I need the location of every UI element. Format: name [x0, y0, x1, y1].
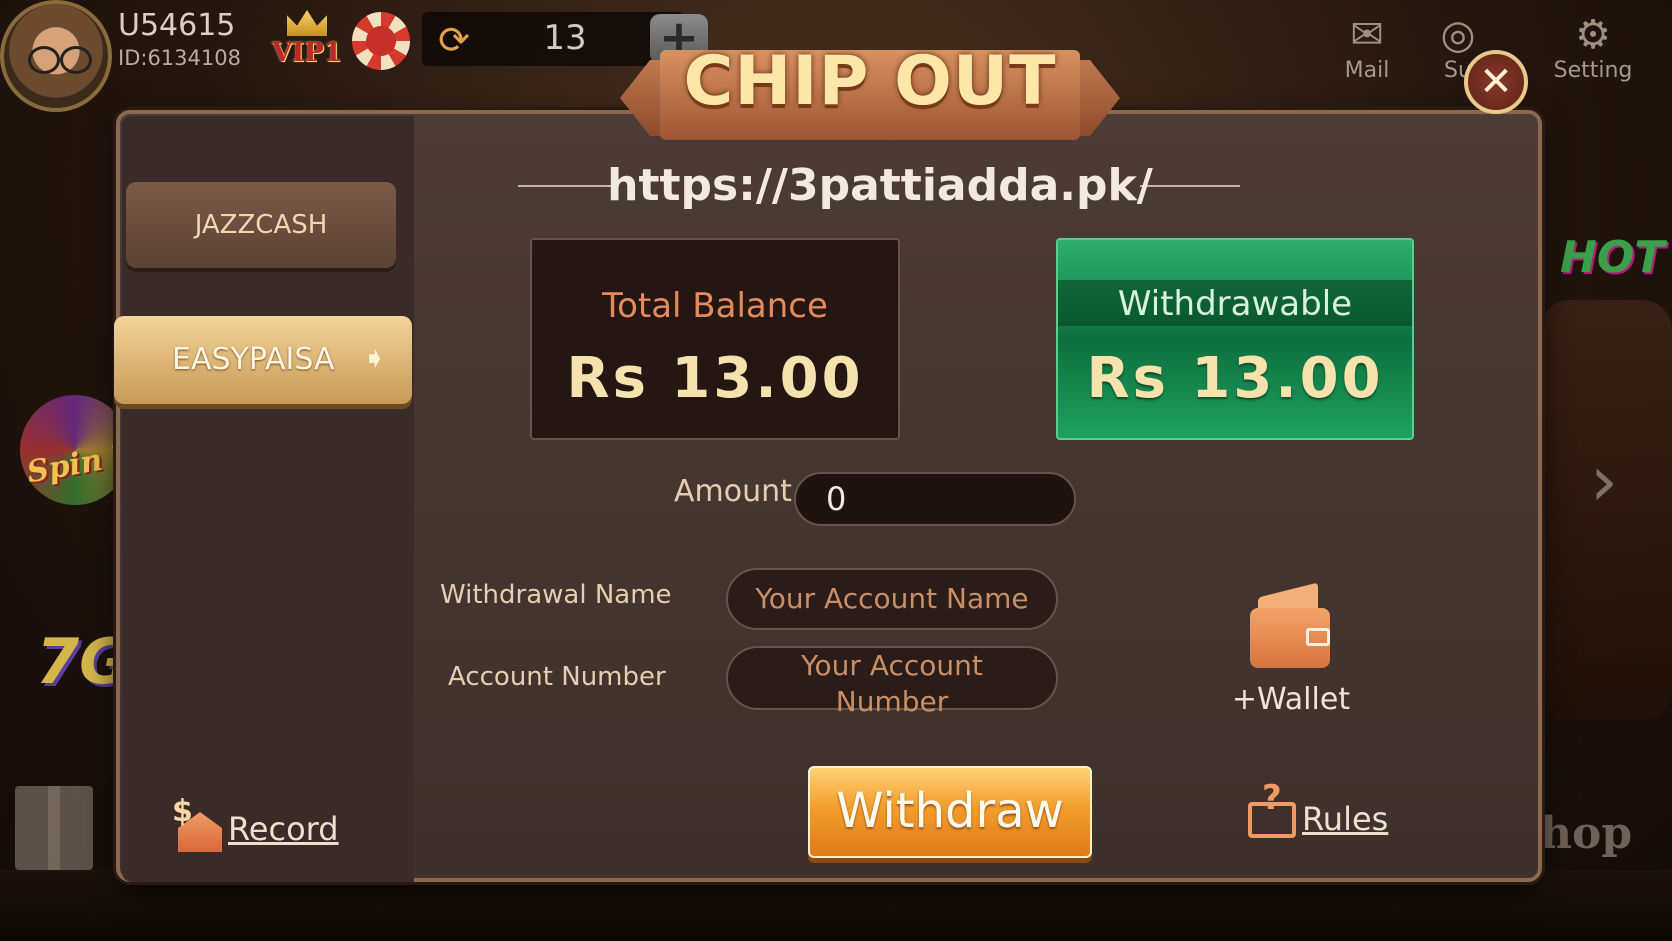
mail-label: Mail	[1344, 58, 1390, 83]
question-icon: ?	[1262, 778, 1282, 818]
amount-input[interactable]: 0	[794, 472, 1076, 526]
setting-label: Setting	[1553, 58, 1633, 83]
account-number-label: Account Number	[448, 662, 666, 692]
chevron-right-icon: ›	[1590, 440, 1618, 522]
site-url: https://3pattiadda.pk/	[607, 160, 1153, 211]
shop-label: hop	[1540, 808, 1633, 859]
dialog-title: CHIP OUT	[683, 42, 1057, 121]
poker-chip-icon	[352, 12, 410, 70]
withdrawal-name-input[interactable]: Your Account Name	[726, 568, 1058, 630]
total-balance-label: Total Balance	[602, 286, 828, 326]
setting-button[interactable]: ⚙ Setting	[1548, 12, 1638, 83]
withdrawal-name-label: Withdrawal Name	[440, 580, 672, 610]
withdrawable-value: Rs 13.00	[1086, 346, 1384, 411]
hot-badge: HOT	[1560, 232, 1665, 283]
amount-label: Amount	[674, 474, 792, 509]
gear-icon: ⚙	[1575, 12, 1611, 58]
avatar[interactable]	[0, 0, 112, 112]
total-balance-value: Rs 13.00	[566, 346, 864, 411]
account-number-input[interactable]: Your Account Number	[726, 646, 1058, 718]
wallet-icon[interactable]	[1250, 582, 1330, 670]
glasses-icon	[28, 46, 60, 74]
vip-label: VIP1	[272, 38, 342, 68]
record-link[interactable]: Record	[228, 810, 339, 848]
close-button[interactable]: ✕	[1464, 50, 1528, 114]
tab-easypaisa-label: EASYPAISA	[172, 342, 335, 377]
wallet-clasp	[1306, 628, 1330, 646]
record-icon[interactable]: $	[172, 794, 224, 852]
glasses-icon	[60, 46, 92, 74]
vip-badge[interactable]: VIP1	[272, 10, 342, 70]
gift-icon	[15, 786, 93, 870]
coin-count: 13	[543, 18, 587, 58]
refresh-icon[interactable]: ⟳	[432, 18, 476, 62]
rules-link[interactable]: Rules	[1302, 800, 1388, 838]
tab-jazzcash[interactable]: JAZZCASH	[126, 182, 396, 268]
crown-icon	[287, 10, 327, 36]
add-wallet-button[interactable]: +Wallet	[1226, 682, 1356, 717]
withdraw-button[interactable]: Withdraw	[808, 766, 1092, 858]
support-icon: ◎	[1440, 12, 1476, 58]
arrow-right-icon: ➧	[362, 341, 388, 376]
username: U54615	[118, 8, 236, 43]
user-id: ID:6134108	[118, 46, 241, 70]
withdrawable-label: Withdrawable	[1117, 284, 1353, 324]
mail-icon: ✉	[1350, 12, 1384, 58]
rules-icon[interactable]: ?	[1248, 778, 1300, 840]
dollar-icon: $	[172, 794, 193, 829]
mail-button[interactable]: ✉ Mail	[1322, 12, 1412, 83]
